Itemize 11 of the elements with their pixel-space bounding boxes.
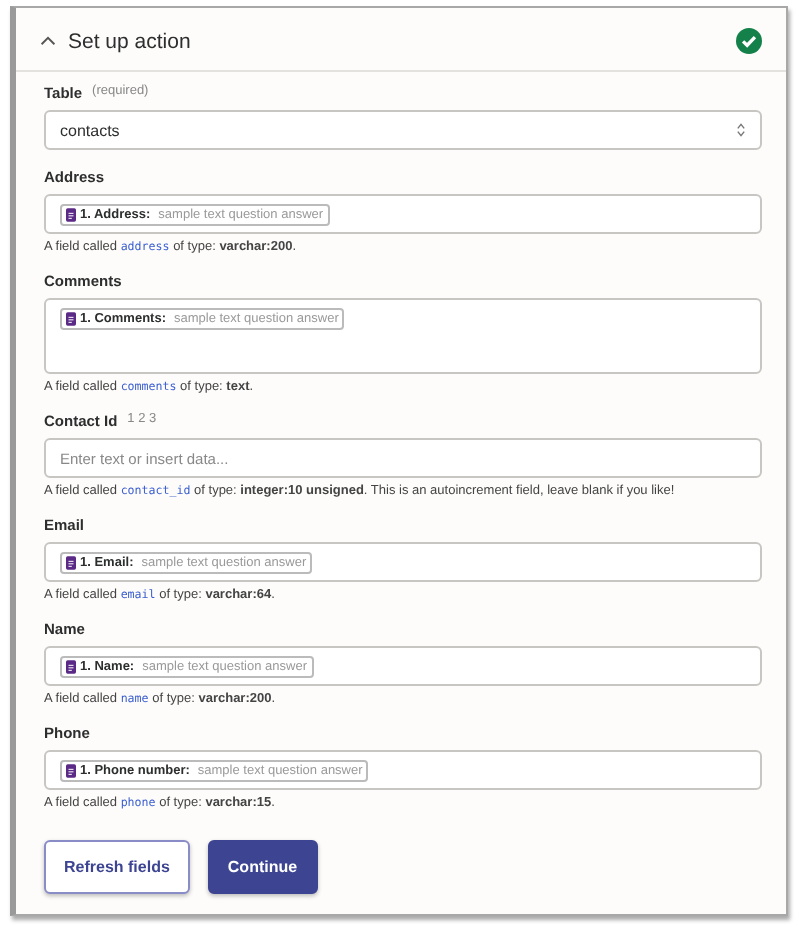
continue-button[interactable]: Continue [207,840,318,894]
form-icon [66,207,76,221]
form-icon [66,312,76,326]
section-title: Set up action [68,29,193,53]
sort-icon [736,122,746,138]
refresh-button[interactable]: Refresh fields [44,840,190,894]
form-icon [66,555,76,569]
chevron-icon[interactable] [40,36,56,46]
form-icon [66,763,76,777]
table-select[interactable]: contacts [44,110,762,150]
form-icon [66,659,76,673]
